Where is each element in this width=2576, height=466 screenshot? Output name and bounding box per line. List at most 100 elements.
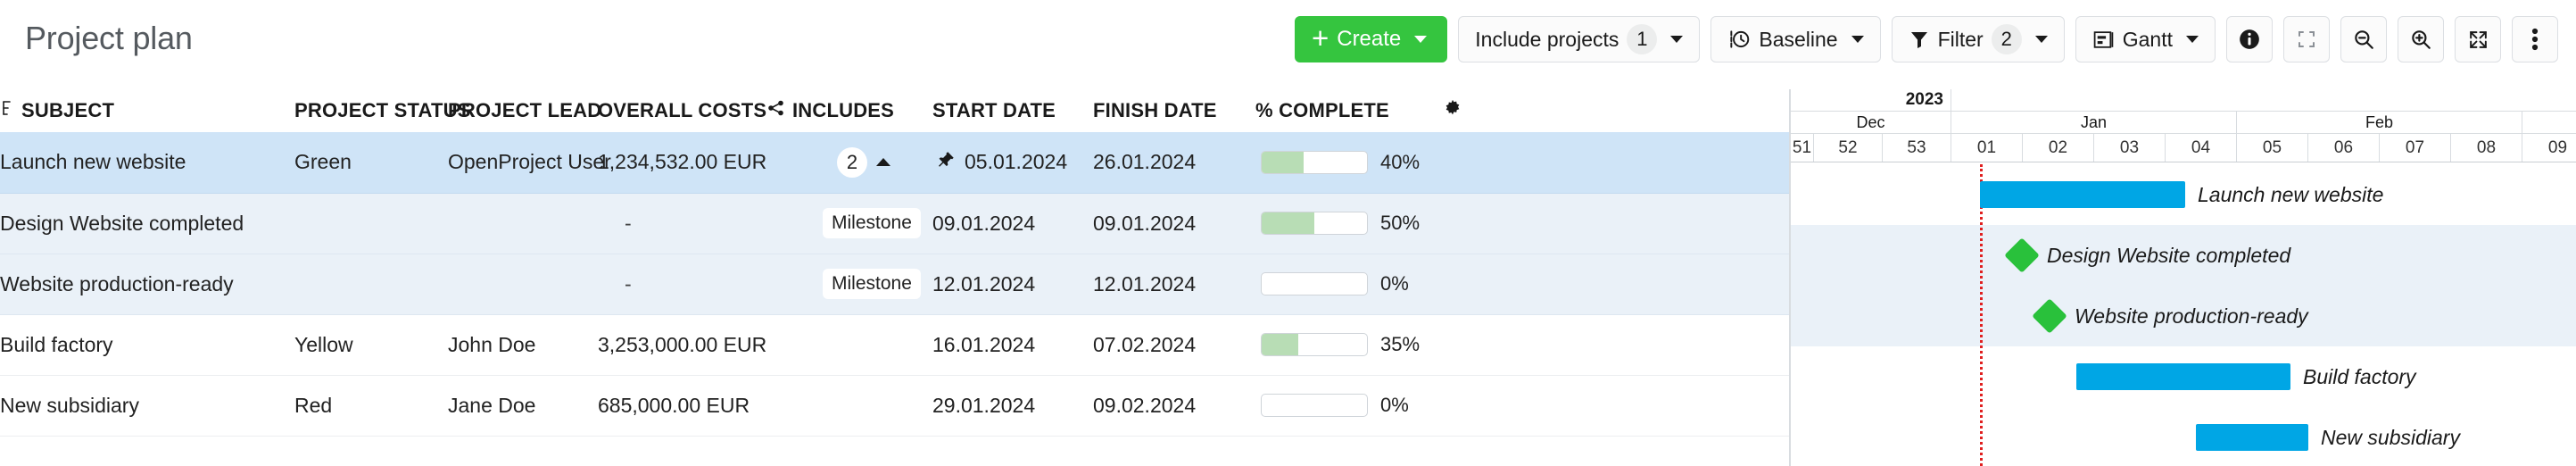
column-header-finish-date[interactable]: FINISH DATE <box>1093 89 1255 132</box>
gantt-chart-pane[interactable]: 2023 DecJanFeb 5152530102030405060708091… <box>1789 89 2576 466</box>
pin-icon <box>936 150 956 175</box>
top-bar: Project plan + Create Include projects 1 <box>0 0 2576 89</box>
filter-count: 2 <box>1992 24 2022 54</box>
include-projects-button[interactable]: Include projects 1 <box>1458 16 1700 62</box>
cell-costs[interactable]: - <box>598 193 767 254</box>
cell-status[interactable]: Yellow <box>294 314 448 375</box>
table-row[interactable]: Design Website completed - Milestone 09.… <box>0 193 1789 254</box>
gear-icon[interactable] <box>1443 98 1462 123</box>
gantt-button[interactable]: Gantt <box>2075 16 2216 62</box>
cell-percent-complete[interactable]: 40% <box>1255 132 1789 193</box>
column-header-costs[interactable]: OVERALL COSTS <box>598 89 767 132</box>
more-options-button[interactable] <box>2512 16 2558 62</box>
create-button[interactable]: + Create <box>1295 16 1447 62</box>
cell-lead[interactable]: OpenProject User <box>448 132 598 193</box>
cell-includes[interactable]: 2 <box>767 132 932 193</box>
chevron-down-icon <box>1414 36 1427 43</box>
table-header-row: SUBJECT PROJECT STATUS PROJECT LEAD OVER… <box>0 89 1789 132</box>
gantt-chart-body[interactable]: Launch new websiteDesign Website complet… <box>1791 164 2576 466</box>
gantt-timeline-header: 2023 DecJanFeb 5152530102030405060708091… <box>1791 89 2576 164</box>
cell-includes[interactable] <box>767 375 932 436</box>
cell-costs[interactable]: - <box>598 254 767 314</box>
cell-start-date[interactable]: 16.01.2024 <box>932 314 1093 375</box>
chevron-up-icon[interactable] <box>876 158 890 166</box>
cell-status[interactable] <box>294 193 448 254</box>
cell-includes[interactable]: Milestone <box>767 254 932 314</box>
page-title: Project plan <box>25 20 193 57</box>
cell-subject[interactable]: Website production-ready <box>0 254 294 314</box>
column-header-percent-complete[interactable]: % COMPLETE <box>1255 89 1434 132</box>
cell-costs[interactable]: 1,234,532.00 EUR <box>598 132 767 193</box>
cell-finish-date[interactable]: 12.01.2024 <box>1093 254 1255 314</box>
cell-start-date[interactable]: 12.01.2024 <box>932 254 1093 314</box>
gantt-icon <box>2092 29 2115 51</box>
cell-finish-date[interactable]: 09.02.2024 <box>1093 375 1255 436</box>
column-header-settings[interactable] <box>1434 89 1789 132</box>
column-header-status[interactable]: PROJECT STATUS <box>294 89 448 132</box>
gantt-month-cell: Dec <box>1791 112 1951 133</box>
column-header-subject[interactable]: SUBJECT <box>0 89 294 132</box>
cell-includes[interactable]: Milestone <box>767 193 932 254</box>
gantt-week-cell: 01 <box>1951 134 2023 162</box>
cell-subject[interactable]: Design Website completed <box>0 193 294 254</box>
baseline-button[interactable]: Baseline <box>1710 16 1880 62</box>
cell-finish-date[interactable]: 09.01.2024 <box>1093 193 1255 254</box>
funnel-icon <box>1909 29 1930 50</box>
gantt-month-cell: Feb <box>2237 112 2522 133</box>
column-header-lead[interactable]: PROJECT LEAD <box>448 89 598 132</box>
zoom-out-button[interactable] <box>2340 16 2387 62</box>
toolbar: + Create Include projects 1 Baseline <box>1295 16 2558 62</box>
cell-costs[interactable]: 685,000.00 EUR <box>598 375 767 436</box>
column-header-start-date[interactable]: START DATE <box>932 89 1093 132</box>
zoom-in-icon <box>2409 28 2432 51</box>
column-header-subject-label: SUBJECT <box>21 99 114 122</box>
cell-finish-date[interactable]: 26.01.2024 <box>1093 132 1255 193</box>
cell-status[interactable] <box>294 254 448 314</box>
include-projects-count: 1 <box>1627 24 1657 54</box>
progress-bar <box>1261 151 1368 174</box>
table-row[interactable]: Launch new website Green OpenProject Use… <box>0 132 1789 193</box>
gantt-bar-label: Website production-ready <box>2075 304 2308 329</box>
filter-button[interactable]: Filter 2 <box>1892 16 2065 62</box>
cell-status[interactable]: Green <box>294 132 448 193</box>
table-row[interactable]: New subsidiary Red Jane Doe 685,000.00 E… <box>0 375 1789 436</box>
cell-start-date[interactable]: 05.01.2024 <box>932 132 1093 193</box>
info-button[interactable] <box>2226 16 2273 62</box>
gantt-bar-label: Build factory <box>2303 365 2416 389</box>
column-header-includes[interactable]: INCLUDES <box>767 89 932 132</box>
zoom-in-button[interactable] <box>2398 16 2444 62</box>
gantt-label: Gantt <box>2123 28 2173 52</box>
chevron-down-icon <box>1851 36 1864 43</box>
cell-percent-complete[interactable]: 35% <box>1255 314 1789 375</box>
project-plan-screen: Project plan + Create Include projects 1 <box>0 0 2576 466</box>
gantt-month-cell: Jan <box>1951 112 2237 133</box>
cell-percent-complete[interactable]: 50% <box>1255 193 1789 254</box>
cell-start-date[interactable]: 09.01.2024 <box>932 193 1093 254</box>
cell-subject[interactable]: New subsidiary <box>0 375 294 436</box>
gantt-bar[interactable] <box>1980 181 2185 208</box>
cell-finish-date[interactable]: 07.02.2024 <box>1093 314 1255 375</box>
cell-percent-complete[interactable]: 0% <box>1255 375 1789 436</box>
cell-percent-complete[interactable]: 0% <box>1255 254 1789 314</box>
cell-status[interactable]: Red <box>294 375 448 436</box>
fullscreen-button[interactable] <box>2455 16 2501 62</box>
cell-lead[interactable] <box>448 193 598 254</box>
gantt-bar[interactable] <box>2076 363 2290 390</box>
hierarchy-icon <box>767 99 785 122</box>
cell-includes[interactable] <box>767 314 932 375</box>
cell-subject[interactable]: Build factory <box>0 314 294 375</box>
cell-lead[interactable]: Jane Doe <box>448 375 598 436</box>
cell-costs[interactable]: 3,253,000.00 EUR <box>598 314 767 375</box>
cell-subject[interactable]: Launch new website <box>0 132 294 193</box>
cell-lead[interactable]: John Doe <box>448 314 598 375</box>
progress-bar <box>1261 272 1368 295</box>
collapse-button[interactable] <box>2283 16 2330 62</box>
cell-lead[interactable] <box>448 254 598 314</box>
gantt-week-cell: 08 <box>2451 134 2522 162</box>
chevron-down-icon <box>2186 36 2199 43</box>
progress-bar <box>1261 333 1368 356</box>
table-row[interactable]: Website production-ready - Milestone 12.… <box>0 254 1789 314</box>
gantt-bar[interactable] <box>2196 424 2308 451</box>
cell-start-date[interactable]: 29.01.2024 <box>932 375 1093 436</box>
table-row[interactable]: Build factory Yellow John Doe 3,253,000.… <box>0 314 1789 375</box>
